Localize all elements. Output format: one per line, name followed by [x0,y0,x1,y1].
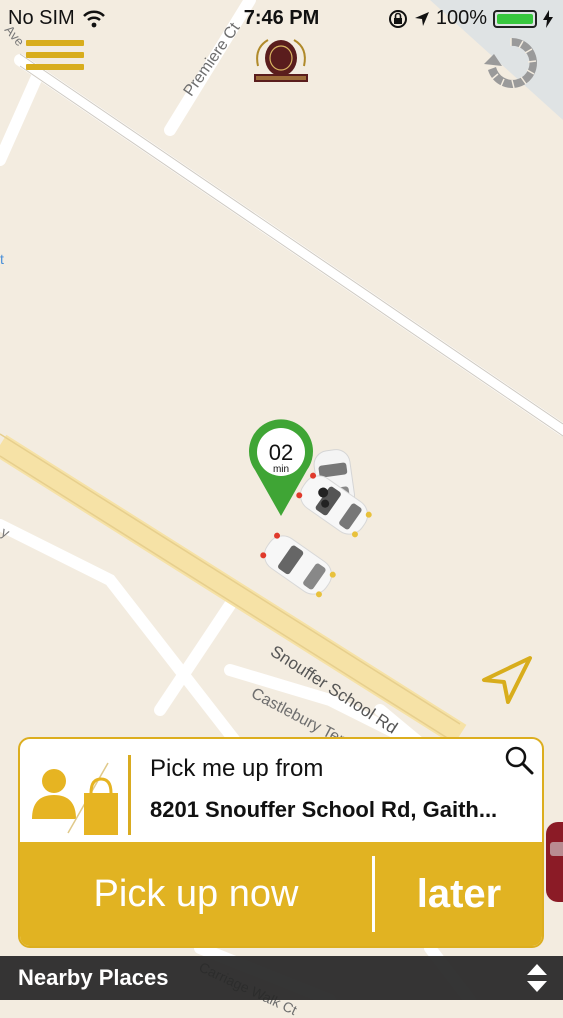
menu-button[interactable] [26,40,84,74]
action-divider [372,856,375,932]
charging-icon [543,9,553,28]
pickup-panel: Pick me up from 8201 Snouffer School Rd,… [18,737,544,948]
expand-collapse-icon[interactable] [525,962,549,994]
passenger-shopping-icon [32,762,118,835]
pick-up-later-button[interactable]: later [376,842,542,946]
pick-up-now-button[interactable]: Pick up now [20,842,372,946]
nearby-places-bar[interactable]: Nearby Places [0,956,563,1000]
battery-percent: 100% [435,7,487,29]
pickup-address[interactable]: 8201 Snouffer School Rd, Gaith... [150,797,520,823]
location-arrow-icon [414,11,429,26]
nearby-places-title: Nearby Places [18,965,169,990]
refresh-icon[interactable] [478,30,544,96]
car-marker-edge [546,822,563,902]
orientation-lock-icon [388,9,407,28]
eta-unit: min [273,464,289,475]
svg-text:t: t [0,251,4,267]
brand-logo [254,39,308,82]
pickup-title: Pick me up from [150,755,324,782]
search-icon[interactable] [502,743,536,777]
eta-value: 02 [269,440,293,465]
panel-divider [128,755,131,835]
pickup-action-bar: Pick up now later [20,842,542,946]
recenter-location-icon[interactable] [480,652,534,706]
battery-icon [493,9,537,28]
